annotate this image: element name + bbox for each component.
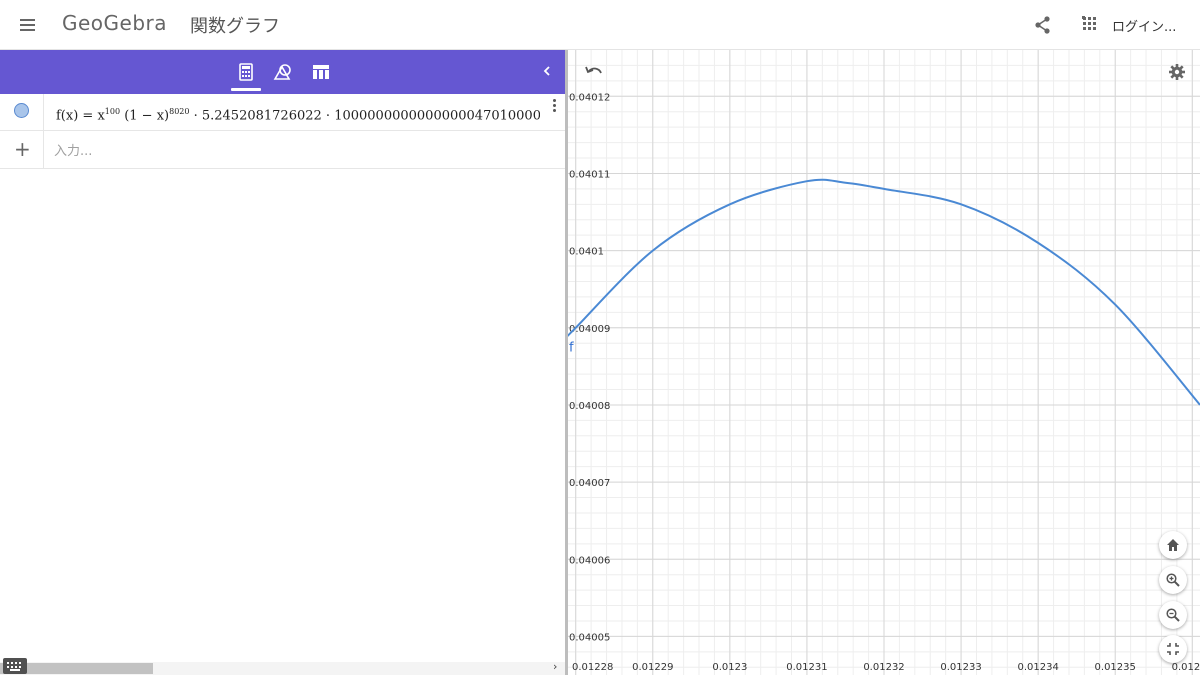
horizontal-scrollbar[interactable]: › <box>0 660 565 675</box>
home-button[interactable] <box>1159 531 1187 559</box>
active-tab-indicator <box>231 88 261 91</box>
x-tick-label: 0.01233 <box>940 662 981 673</box>
algebra-panel: f(x) = x100 (1 − x)8020 · 5.245208172602… <box>0 50 565 675</box>
undo-button[interactable] <box>583 63 605 81</box>
zoom-out-button[interactable] <box>1159 601 1187 629</box>
x-tick-label: 0.01232 <box>863 662 904 673</box>
algebra-input[interactable] <box>54 141 544 161</box>
graphics-settings-button[interactable] <box>1168 63 1186 81</box>
x-tick-label: 0.0123 <box>712 662 747 673</box>
home-icon <box>1167 539 1179 551</box>
row-marker-column <box>0 94 44 130</box>
menu-button[interactable] <box>18 15 38 35</box>
y-tick-label: 0.04006 <box>569 555 610 566</box>
chevron-left-icon <box>543 66 550 76</box>
add-icon[interactable]: + <box>14 139 31 159</box>
geogebra-logo[interactable]: GeoGebra <box>62 11 167 35</box>
apps-grid-icon <box>1082 16 1096 30</box>
x-tick-label: 0.01236 <box>1172 662 1200 673</box>
formula-exponent-2: 8020 <box>169 107 190 116</box>
tab-tools[interactable] <box>272 61 294 83</box>
y-tick-label: 0.04011 <box>569 169 610 180</box>
formula-middle: (1 − x) <box>120 108 170 124</box>
apps-button[interactable] <box>1082 16 1098 32</box>
scroll-right-arrow[interactable]: › <box>553 660 557 673</box>
x-tick-label: 0.01234 <box>1017 662 1058 673</box>
geometry-tools-icon <box>273 64 291 80</box>
tab-table[interactable] <box>310 61 332 83</box>
row-more-button[interactable] <box>549 98 559 114</box>
formula-rhs: · 5.2452081726022 · 10000000000000000470… <box>193 108 540 124</box>
app-header: GeoGebra 関数グラフ ログイン... <box>0 0 1200 50</box>
gear-icon <box>1169 64 1185 80</box>
tab-algebra[interactable] <box>235 61 257 83</box>
algebra-input-row: + <box>0 131 565 169</box>
collapse-panel-button[interactable] <box>538 62 556 80</box>
x-tick-label: 0.01229 <box>632 662 673 673</box>
function-plot[interactable]: 0.040050.040060.040070.040080.040090.040… <box>568 50 1200 675</box>
row-marker-column: + <box>0 131 44 168</box>
keyboard-icon <box>7 662 21 671</box>
x-tick-label: 0.01235 <box>1095 662 1136 673</box>
zoom-in-icon <box>1166 573 1180 587</box>
visibility-toggle[interactable] <box>14 103 29 118</box>
x-tick-label: 0.01231 <box>786 662 827 673</box>
y-tick-label: 0.04008 <box>569 401 610 412</box>
share-icon <box>1035 16 1050 34</box>
x-tick-label: 0.01228 <box>572 662 613 673</box>
calculator-icon <box>239 63 253 81</box>
app-title: 関数グラフ <box>190 16 280 37</box>
function-definition[interactable]: f(x) = x100 (1 − x)8020 · 5.245208172602… <box>56 107 540 127</box>
zoom-in-button[interactable] <box>1159 566 1187 594</box>
view-toolbar <box>0 50 565 94</box>
login-button[interactable]: ログイン... <box>1112 16 1176 35</box>
fullscreen-icon <box>1167 643 1179 655</box>
y-tick-label: 0.04007 <box>569 478 610 489</box>
fullscreen-button[interactable] <box>1159 635 1187 663</box>
y-tick-label: 0.04012 <box>569 92 610 103</box>
y-tick-label: 0.0401 <box>569 247 604 258</box>
keyboard-button[interactable] <box>3 658 27 674</box>
undo-icon <box>585 66 602 74</box>
table-icon <box>313 65 329 79</box>
zoom-out-icon <box>1166 608 1180 622</box>
algebra-row-f[interactable]: f(x) = x100 (1 − x)8020 · 5.245208172602… <box>0 94 565 131</box>
formula-lhs: f(x) = x <box>56 108 105 124</box>
formula-exponent-1: 100 <box>104 107 121 116</box>
function-label: f <box>569 340 574 355</box>
y-tick-label: 0.04005 <box>569 632 610 643</box>
share-button[interactable] <box>1032 14 1054 36</box>
graphics-view[interactable]: 0.04005 0.04006 0.04007 0.04008 0.04009 0.040… <box>568 50 1200 675</box>
